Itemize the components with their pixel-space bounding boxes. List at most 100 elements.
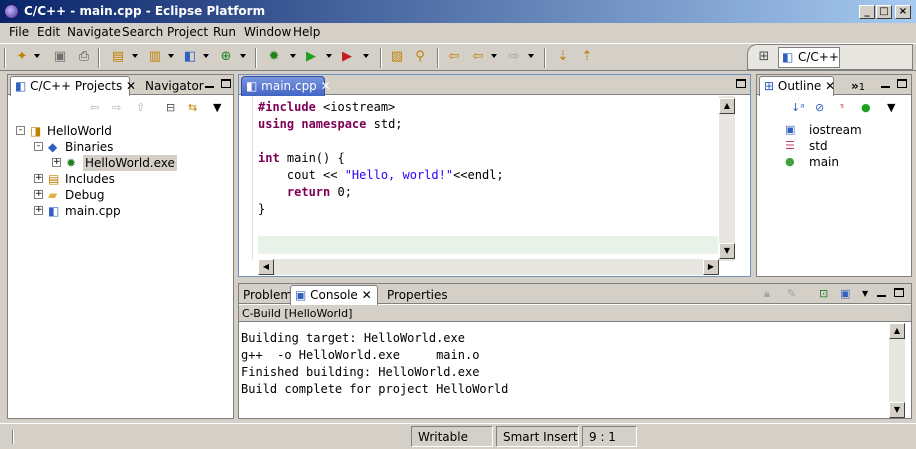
tree-item-label[interactable]: main.cpp [65, 203, 121, 219]
tree-expander[interactable]: - [34, 142, 43, 151]
minimize-icon[interactable] [877, 289, 886, 297]
tree-expander[interactable]: + [34, 206, 43, 215]
chevron-down-icon[interactable]: ▼ [862, 289, 868, 298]
close-window-button[interactable]: × [895, 5, 911, 19]
new-project-icon[interactable]: ▤ [110, 49, 126, 65]
view-menu-icon[interactable]: ▼ [213, 101, 221, 114]
tree-expander[interactable]: - [16, 126, 25, 135]
external-tools-icon[interactable]: ▶ [339, 49, 355, 65]
tree-expander[interactable]: + [34, 174, 43, 183]
scroll-right-icon[interactable]: ▶ [703, 259, 719, 275]
scroll-up-icon[interactable]: ▲ [889, 323, 905, 339]
maximize-icon[interactable] [894, 288, 904, 297]
new-folder-icon[interactable]: ▥ [147, 49, 163, 65]
tree-item-label[interactable]: Includes [65, 171, 115, 187]
hide-fields-icon[interactable]: ⊘ [815, 101, 824, 114]
new-source-icon[interactable]: ⊕ [218, 49, 234, 65]
previous-annotation-icon[interactable]: ⇡ [579, 49, 595, 65]
display-console-icon[interactable]: ▣ [840, 287, 850, 300]
forward-icon[interactable]: ⇨ [506, 49, 522, 65]
up-icon[interactable]: ⇧ [136, 101, 145, 114]
minimize-window-button[interactable]: _ [859, 5, 875, 19]
tab-outline[interactable]: ⊞ Outline ✕ [759, 76, 835, 96]
link-with-editor-icon[interactable]: ⇆ [188, 101, 197, 114]
tab-properties[interactable]: Properties [383, 286, 452, 304]
tree-item-label[interactable]: HelloWorld.exe [83, 155, 177, 171]
maximize-window-button[interactable]: □ [876, 5, 892, 19]
menu-help[interactable]: Help [293, 25, 320, 39]
scroll-up-icon[interactable]: ▲ [719, 98, 735, 114]
back-icon[interactable]: ⇦ [90, 101, 99, 114]
scroll-down-icon[interactable]: ▼ [719, 243, 735, 259]
status-message [4, 426, 408, 447]
new-icon[interactable]: ✦ [14, 49, 30, 65]
binaries-icon: ◆ [48, 140, 58, 154]
outline-item[interactable]: std [809, 138, 828, 154]
menu-navigate[interactable]: Navigate [67, 25, 121, 39]
editor-vertical-scrollbar[interactable]: ▲ ▼ [719, 96, 735, 261]
menu-search[interactable]: Search [122, 25, 163, 39]
search-icon[interactable]: ⚲ [412, 49, 428, 65]
view-menu-icon[interactable]: ▼ [887, 101, 895, 114]
editor-horizontal-scrollbar[interactable]: ◀ ▶ [258, 259, 719, 275]
last-edit-icon[interactable]: ⇦ [446, 49, 462, 65]
more-views-button[interactable]: »1 [847, 77, 869, 95]
hide-non-public-icon[interactable]: ● [861, 101, 871, 114]
console-output[interactable]: Building target: HelloWorld.exe g++ -o He… [241, 330, 881, 410]
menu-edit[interactable]: Edit [37, 25, 60, 39]
title-bar[interactable]: C/C++ - main.cpp - Eclipse Platform _ □ … [0, 0, 916, 23]
tree-expander[interactable]: + [52, 158, 61, 167]
tab-main-cpp[interactable]: ◧ main.cpp ✕ [241, 76, 331, 96]
console-line: Building target: HelloWorld.exe [241, 331, 465, 345]
save-icon[interactable]: ▣ [52, 49, 68, 65]
pin-console-icon[interactable]: ⊡ [819, 287, 828, 300]
tree-item-label[interactable]: Debug [65, 187, 104, 203]
tab-cpp-projects[interactable]: ◧ C/C++ Projects ✕ [10, 76, 136, 96]
forward-icon[interactable]: ⇨ [112, 101, 121, 114]
open-type-icon[interactable]: ▧ [389, 49, 405, 65]
close-icon[interactable]: ✕ [362, 288, 372, 302]
run-icon[interactable]: ▶ [303, 49, 319, 65]
include-icon: ▣ [785, 123, 796, 136]
code-line: return 0; [286, 185, 352, 199]
code-line: } [258, 202, 266, 216]
collapse-all-icon[interactable]: ⊟ [166, 101, 175, 114]
tree-expander[interactable]: + [34, 190, 43, 199]
console-vertical-scrollbar[interactable]: ▲ ▼ [889, 323, 905, 418]
menu-run[interactable]: Run [213, 25, 236, 39]
close-icon[interactable]: ✕ [825, 79, 835, 93]
perspective-cpp-button[interactable]: ◧ C/C++ [778, 47, 840, 68]
minimize-icon[interactable] [205, 80, 214, 88]
maximize-icon[interactable] [897, 79, 907, 88]
scroll-lock-icon[interactable]: 🔒︎ [764, 287, 770, 301]
code-line: using namespace std; [258, 117, 403, 131]
tree-item-label[interactable]: HelloWorld [47, 123, 112, 139]
tab-console[interactable]: ▣ Console ✕ [290, 285, 378, 305]
print-icon[interactable]: ⎙ [76, 49, 92, 65]
next-annotation-icon[interactable]: ⇣ [555, 49, 571, 65]
scroll-down-icon[interactable]: ▼ [889, 402, 905, 418]
maximize-icon[interactable] [736, 79, 746, 88]
menu-project[interactable]: Project [167, 25, 208, 39]
menu-file[interactable]: File [9, 25, 29, 39]
code-area[interactable]: #include <iostream> using namespace std; i… [258, 99, 718, 249]
menu-window[interactable]: Window [244, 25, 291, 39]
debug-icon[interactable]: ✹ [266, 49, 282, 65]
hide-static-icon[interactable]: ˢ [840, 101, 844, 114]
clear-console-icon[interactable]: ✎ [787, 287, 796, 300]
close-icon[interactable]: ✕ [126, 79, 136, 93]
sort-icon[interactable]: ↓ᵃ [791, 101, 805, 114]
open-perspective-icon[interactable]: ⊞ [756, 49, 772, 65]
back-icon[interactable]: ⇦ [470, 49, 486, 65]
outline-item[interactable]: iostream [809, 122, 862, 138]
new-class-icon[interactable]: ◧ [182, 49, 198, 65]
console-icon: ▣ [295, 288, 307, 302]
outline-item[interactable]: main [809, 154, 839, 170]
close-icon[interactable]: ✕ [321, 79, 331, 93]
minimize-icon[interactable] [881, 80, 890, 88]
scroll-left-icon[interactable]: ◀ [258, 259, 274, 275]
maximize-icon[interactable] [221, 79, 231, 88]
code-line: int main() { [258, 151, 345, 165]
tab-navigator[interactable]: Navigator [141, 77, 208, 95]
tree-item-label[interactable]: Binaries [65, 139, 113, 155]
